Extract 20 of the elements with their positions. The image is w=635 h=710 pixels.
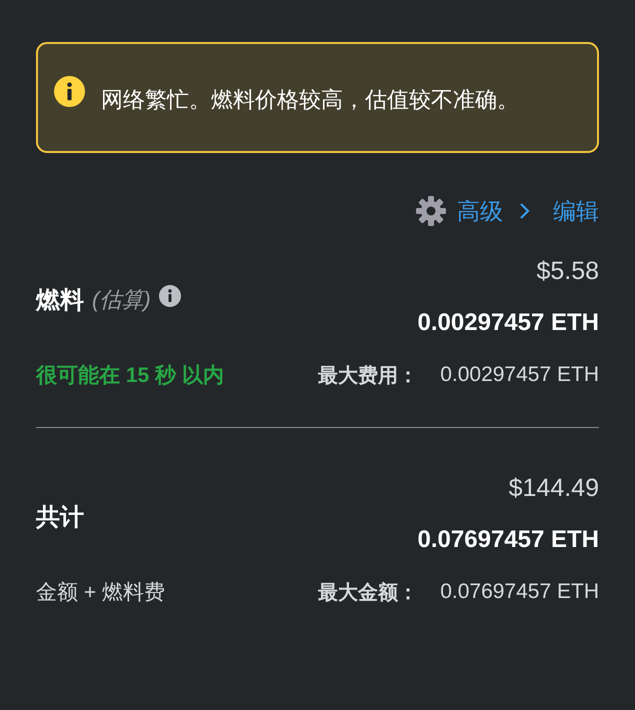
max-value: 0.00297457 ETH	[440, 363, 599, 387]
chevron-right-icon	[519, 202, 531, 220]
section-title: 共计	[36, 503, 84, 533]
advanced-link[interactable]: 高级	[457, 196, 503, 226]
eth-amount: 0.00297457 ETH	[418, 309, 599, 337]
info-icon	[54, 76, 85, 107]
section-title: 燃料	[36, 286, 84, 316]
info-icon[interactable]	[158, 285, 181, 307]
section-note: 金额 + 燃料费	[36, 580, 165, 606]
settings-icon[interactable]	[415, 195, 447, 227]
fiat-amount: $144.49	[508, 474, 599, 502]
eth-amount: 0.07697457 ETH	[418, 526, 599, 554]
max-value: 0.07697457 ETH	[440, 580, 599, 604]
max-label: 最大金额：	[318, 580, 418, 606]
max-label: 最大费用：	[318, 364, 418, 388]
edit-link[interactable]: 编辑	[553, 196, 599, 226]
section-note: 很可能在 15 秒 以内	[36, 363, 224, 389]
estimate-hint: (估算)	[92, 286, 151, 314]
fiat-amount: $5.58	[536, 256, 599, 286]
alert-message: 网络繁忙。燃料价格较高，估值较不准确。	[101, 86, 519, 114]
